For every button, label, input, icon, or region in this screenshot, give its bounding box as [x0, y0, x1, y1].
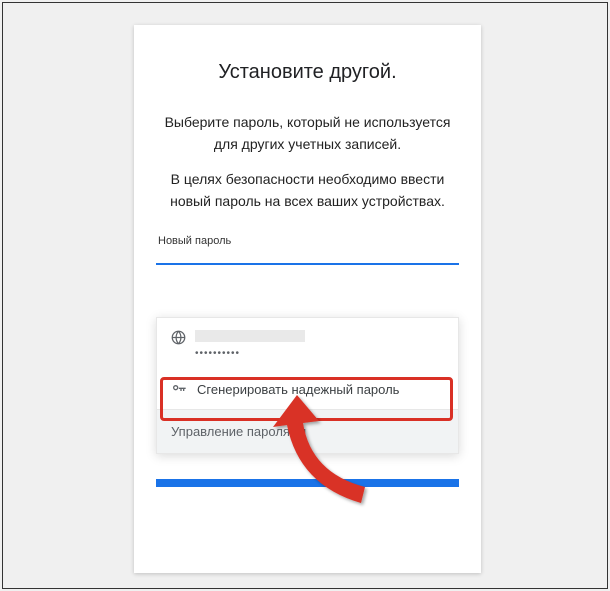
input-bottom-bar — [156, 479, 459, 487]
password-suggestion-popup: •••••••••• Сгенерировать надежный пароль… — [156, 317, 459, 454]
new-password-input[interactable] — [156, 263, 459, 265]
generate-password-label: Сгенерировать надежный пароль — [193, 382, 399, 397]
page-title: Установите другой. — [134, 61, 481, 84]
saved-password-row[interactable]: •••••••••• — [157, 318, 458, 369]
manage-passwords-row[interactable]: Управление паролями — [157, 409, 458, 453]
manage-passwords-label: Управление паролями — [171, 424, 306, 439]
new-password-label: Новый пароль — [134, 235, 481, 247]
description-1: Выберите пароль, который не используется… — [134, 112, 481, 155]
saved-site-blur — [195, 330, 305, 342]
key-icon — [171, 381, 193, 397]
description-2: В целях безопасности необходимо ввести н… — [134, 169, 481, 212]
password-card: Установите другой. Выберите пароль, кото… — [134, 25, 481, 573]
screenshot-frame: Установите другой. Выберите пароль, кото… — [2, 2, 608, 589]
generate-password-row[interactable]: Сгенерировать надежный пароль — [157, 369, 458, 409]
saved-password-dots: •••••••••• — [195, 348, 444, 359]
input-underline — [156, 263, 459, 265]
globe-icon — [171, 330, 193, 345]
